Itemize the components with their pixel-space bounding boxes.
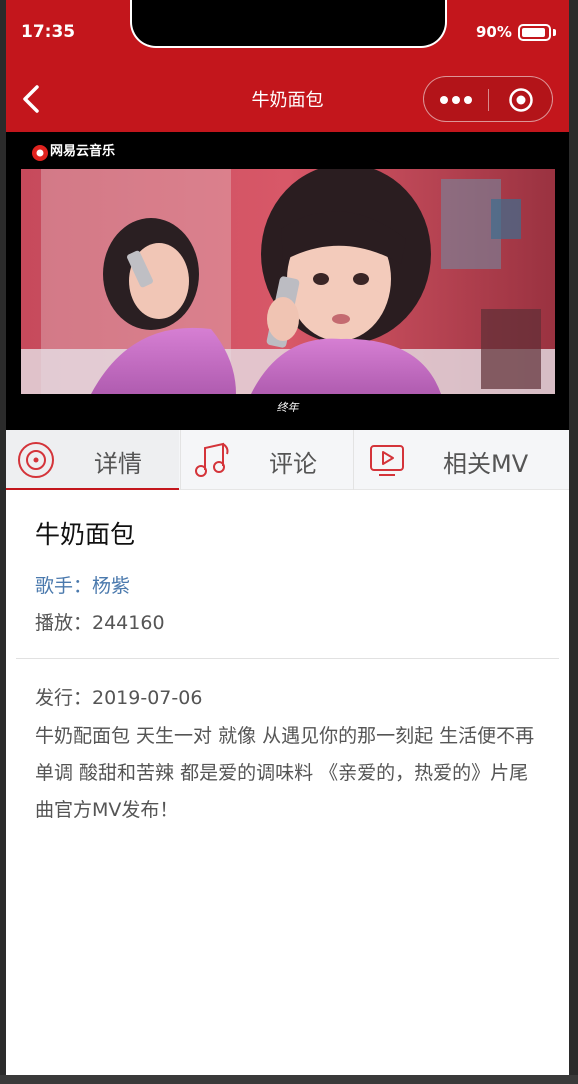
song-title: 牛奶面包 xyxy=(35,520,136,549)
notch xyxy=(130,0,447,48)
battery-percent: 90% xyxy=(476,23,512,41)
tab-related-mv[interactable]: 相关MV xyxy=(355,430,569,490)
status-time: 17:35 xyxy=(21,22,76,42)
play-count: 播放：244160 xyxy=(35,612,165,634)
more-dots-icon[interactable] xyxy=(438,91,474,109)
battery-icon xyxy=(518,24,551,41)
singer-link[interactable]: 歌手：杨紫 xyxy=(35,571,130,598)
phone-screen: 17:35 90% 牛奶面包 网易云音乐 终年 详情 评论 相关MV 牛奶面包 … xyxy=(6,0,569,1075)
disc-icon xyxy=(18,442,54,478)
tab-bar: 详情 评论 相关MV xyxy=(6,430,569,490)
target-circle-icon[interactable] xyxy=(508,87,534,113)
release-date: 发行：2019-07-06 xyxy=(35,687,203,709)
nav-bar: 牛奶面包 xyxy=(6,66,569,132)
battery-tip xyxy=(553,29,556,36)
battery-fill xyxy=(522,28,545,37)
song-description: 牛奶配面包 天生一对 就像 从遇见你的那一刻起 生活便不再单调 酸甜和苦辣 都是… xyxy=(35,725,535,821)
tab-related-mv-label: 相关MV xyxy=(443,450,529,478)
video-logo-text: 网易云音乐 xyxy=(50,144,116,159)
tab-details[interactable]: 详情 xyxy=(6,430,179,490)
video-player[interactable]: 网易云音乐 终年 xyxy=(6,132,569,430)
page-title: 牛奶面包 xyxy=(251,90,324,111)
music-note-icon xyxy=(195,442,229,477)
video-frame-image xyxy=(21,169,555,394)
mini-program-capsule xyxy=(423,76,553,122)
tab-comments-label: 评论 xyxy=(269,450,317,478)
bottom-edge xyxy=(0,1075,578,1084)
capsule-divider xyxy=(488,89,489,111)
video-subtitle: 终年 xyxy=(276,401,299,414)
tab-comments[interactable]: 评论 xyxy=(180,430,354,490)
chevron-left-icon[interactable] xyxy=(18,84,44,114)
tab-details-label: 详情 xyxy=(94,450,142,478)
video-play-icon xyxy=(370,445,404,476)
status-bar: 17:35 90% xyxy=(6,0,569,66)
divider xyxy=(16,658,559,659)
